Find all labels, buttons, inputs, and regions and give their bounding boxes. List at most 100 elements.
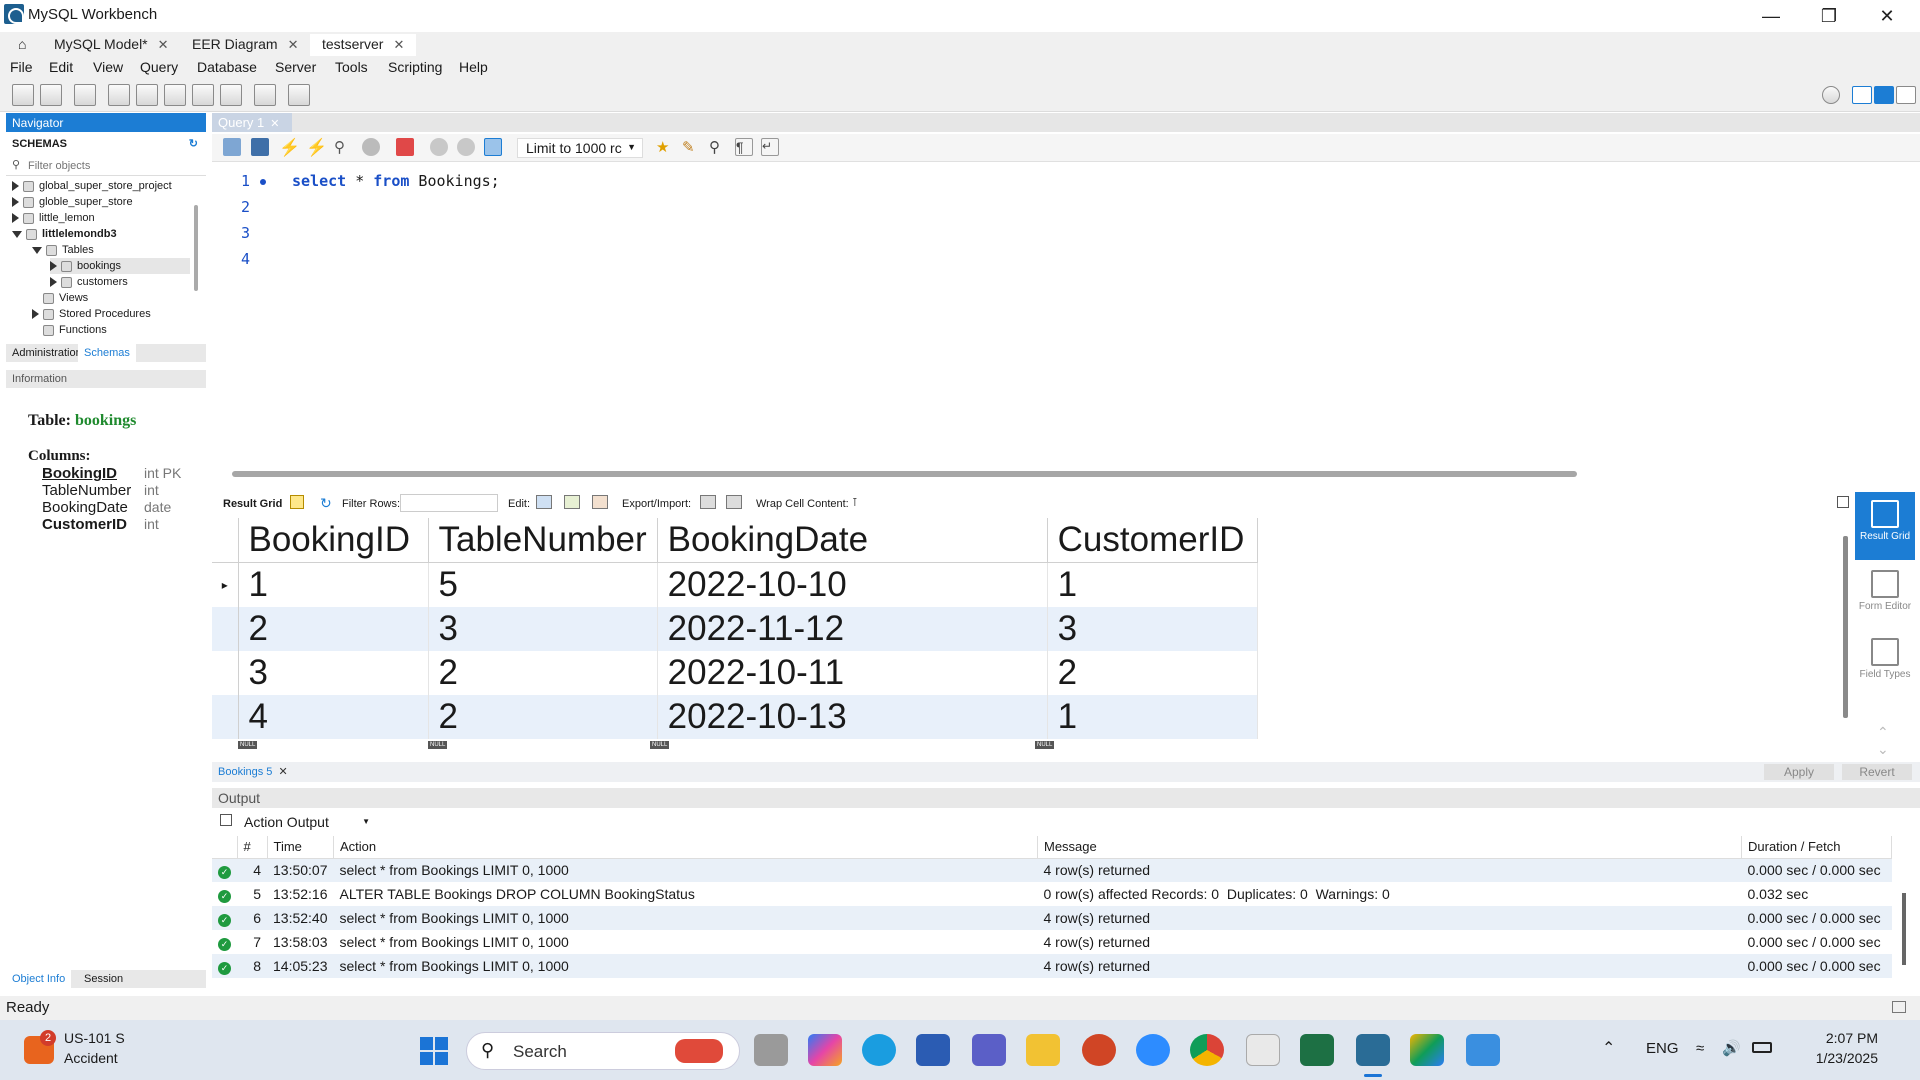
filter-rows-input[interactable] (400, 494, 498, 512)
toggle-secondary-sidebar-icon[interactable] (1896, 86, 1916, 104)
taskbar-search-box[interactable]: ⚲ Search (466, 1032, 740, 1070)
sql-editor[interactable]: 1 select * from Bookings; 2 3 4 (212, 164, 1920, 464)
chrome-icon[interactable] (1190, 1034, 1224, 1066)
output-row[interactable]: ✓ 4 13:50:07 select * from Bookings LIMI… (212, 858, 1892, 882)
column-header[interactable]: Time (267, 836, 334, 859)
tree-item-stored-procedures[interactable]: Stored Procedures (32, 306, 151, 322)
revert-button[interactable]: Revert (1842, 764, 1912, 780)
expand-arrow-icon[interactable] (12, 181, 19, 192)
windows-start-icon[interactable] (420, 1037, 448, 1065)
table-cell[interactable]: 1 (238, 562, 429, 607)
output-scrollbar[interactable] (1902, 893, 1906, 965)
output-row[interactable]: ✓ 7 13:58:03 select * from Bookings LIMI… (212, 930, 1892, 954)
reconnect-icon[interactable] (288, 84, 310, 106)
word-icon[interactable] (916, 1034, 950, 1066)
mysql-workbench-taskbar-icon[interactable] (1356, 1034, 1390, 1066)
edit-row-icon[interactable] (536, 495, 552, 509)
output-row[interactable]: ✓ 8 14:05:23 select * from Bookings LIMI… (212, 954, 1892, 978)
autocommit-icon[interactable] (484, 138, 502, 156)
inspector-icon[interactable] (74, 84, 96, 106)
table-cell[interactable]: 2022-10-10 (657, 562, 1048, 607)
table-cell[interactable]: 2 (1047, 650, 1258, 695)
toggle-sidebar-icon[interactable] (1852, 86, 1872, 104)
column-header[interactable]: Action (333, 836, 1038, 859)
form-editor-button[interactable]: Form Editor (1855, 562, 1915, 630)
apply-button[interactable]: Apply (1764, 764, 1834, 780)
tree-item-table-bookings[interactable]: bookings (50, 258, 190, 274)
tab-mysql-model[interactable]: MySQL Model* ✕ (42, 34, 181, 56)
tree-item-schema[interactable]: little_lemon (12, 210, 95, 226)
wrap-lines-icon[interactable]: ↵ (761, 138, 779, 156)
grid-view-icon[interactable] (290, 495, 304, 509)
tree-item-schema[interactable]: globle_super_store (12, 194, 133, 210)
table-row[interactable]: 2 3 2022-11-12 3 (212, 606, 1258, 651)
table-cell[interactable]: 2022-10-13 (657, 694, 1048, 739)
status-panel-icon[interactable] (1892, 1001, 1906, 1013)
traffic-widget-subtitle[interactable]: Accident (64, 1050, 118, 1066)
column-header[interactable]: Message (1037, 836, 1742, 859)
clock-time[interactable]: 2:07 PM (1798, 1030, 1878, 1046)
tree-item-tables[interactable]: Tables (32, 242, 94, 258)
tab-query-1[interactable]: Query 1 ✕ (212, 113, 292, 132)
app-diamond-icon[interactable] (1410, 1034, 1444, 1066)
column-header[interactable]: CustomerID (1047, 518, 1258, 563)
collapse-arrow-icon[interactable] (32, 246, 42, 254)
import-icon[interactable] (726, 495, 742, 509)
new-sql-tab-icon[interactable] (12, 84, 34, 106)
menu-scripting[interactable]: Scripting (388, 59, 442, 75)
menu-server[interactable]: Server (275, 59, 316, 75)
input-language[interactable]: ENG (1646, 1040, 1679, 1057)
powerpoint-icon[interactable] (1082, 1034, 1116, 1066)
execute-current-icon[interactable]: ⚡ (306, 138, 327, 157)
explain-icon[interactable]: ⚲ (334, 138, 352, 156)
menu-query[interactable]: Query (140, 59, 178, 75)
field-types-button[interactable]: Field Types (1855, 630, 1915, 698)
copilot-icon[interactable] (808, 1034, 842, 1066)
tree-scrollbar[interactable] (194, 205, 198, 291)
tree-item-schema-active[interactable]: littlelemondb3 (12, 226, 117, 242)
table-cell[interactable]: 4 (238, 694, 429, 739)
table-cell[interactable]: 3 (428, 606, 658, 651)
expand-arrow-icon[interactable] (50, 261, 57, 272)
beautify-star-icon[interactable]: ★ (656, 138, 674, 156)
invisible-chars-icon[interactable]: ¶ (735, 138, 753, 156)
wrap-cell-icon[interactable]: ⊺ (852, 496, 858, 509)
filter-objects-input[interactable] (28, 158, 198, 174)
table-row[interactable]: 3 2 2022-10-11 2 (212, 650, 1258, 695)
teams-icon[interactable] (972, 1034, 1006, 1066)
close-icon[interactable]: ✕ (393, 37, 404, 52)
error-toggle-icon[interactable] (396, 138, 414, 156)
file-explorer-icon[interactable] (1026, 1034, 1060, 1066)
table-cell[interactable]: 5 (428, 562, 658, 607)
close-icon[interactable]: ✕ (278, 766, 287, 778)
home-tab[interactable]: ⌂ (6, 34, 34, 56)
expand-arrow-icon[interactable] (50, 277, 57, 288)
tab-administration[interactable]: Administration (12, 347, 82, 359)
close-icon[interactable]: ✕ (288, 37, 299, 52)
expand-arrow-icon[interactable] (32, 309, 39, 320)
zoom-icon[interactable] (1136, 1034, 1170, 1066)
copy-icon[interactable] (220, 814, 232, 826)
refresh-icon[interactable]: ↻ (320, 495, 332, 512)
create-schema-icon[interactable] (108, 84, 130, 106)
menu-tools[interactable]: Tools (335, 59, 368, 75)
create-table-icon[interactable] (136, 84, 158, 106)
menu-help[interactable]: Help (459, 59, 488, 75)
battery-icon[interactable] (1752, 1042, 1772, 1053)
table-cell[interactable]: 2022-10-11 (657, 650, 1048, 695)
show-hidden-icons-chevron-icon[interactable]: ⌃ (1602, 1038, 1615, 1058)
traffic-widget-title[interactable]: US-101 S (64, 1030, 125, 1046)
tree-item-views[interactable]: Views (43, 290, 88, 306)
refresh-icon[interactable]: ↻ (189, 137, 198, 150)
close-icon[interactable]: ✕ (158, 37, 169, 52)
action-output-select[interactable]: Action Output ▼ (244, 814, 384, 830)
table-cell[interactable]: 1 (1047, 694, 1258, 739)
result-grid-view-button[interactable]: Result Grid (1855, 492, 1915, 560)
settings-gear-icon[interactable] (1822, 86, 1840, 104)
tab-eer-diagram[interactable]: EER Diagram ✕ (180, 34, 311, 56)
tab-object-info[interactable]: Object Info (6, 970, 72, 988)
menu-database[interactable]: Database (197, 59, 257, 75)
toggle-output-icon[interactable] (1874, 86, 1894, 104)
column-header[interactable]: # (237, 836, 268, 859)
menu-edit[interactable]: Edit (49, 59, 73, 75)
